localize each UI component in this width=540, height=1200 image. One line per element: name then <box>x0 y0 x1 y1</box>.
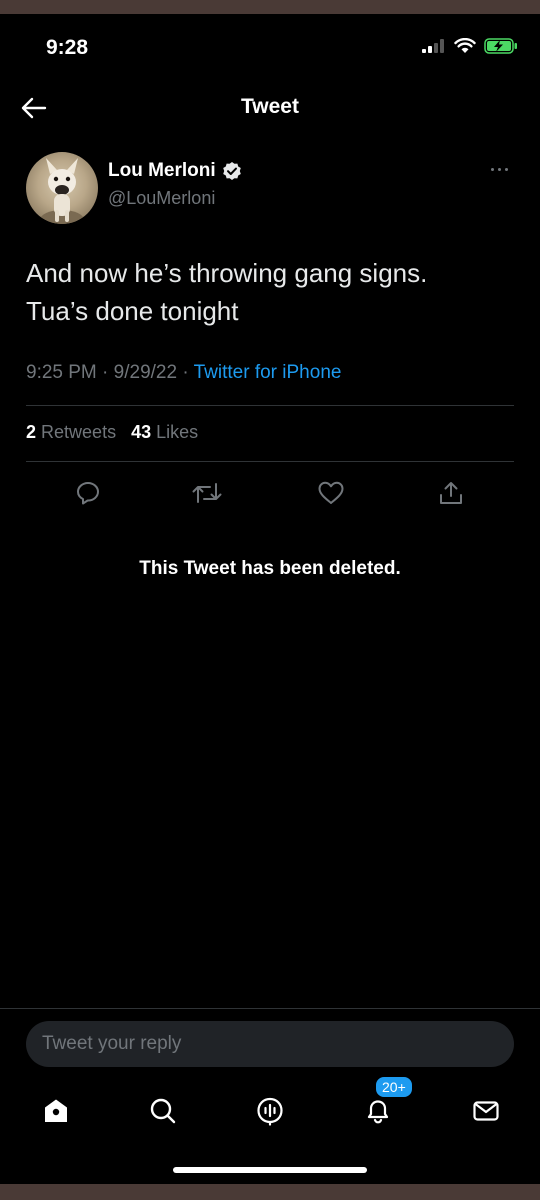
notifications-badge: 20+ <box>374 1075 414 1099</box>
likes-label: Likes <box>156 422 199 442</box>
home-icon <box>45 1099 67 1122</box>
retweets-count: 2 <box>26 422 37 442</box>
tab-spaces[interactable] <box>250 1091 290 1131</box>
retweet-button[interactable] <box>190 476 224 510</box>
device-frame-bottom <box>0 1184 540 1200</box>
mail-icon <box>473 1101 499 1121</box>
retweet-icon <box>192 483 222 503</box>
tab-bar: 20+ <box>0 1075 540 1131</box>
nav-bar: Tweet <box>0 80 540 136</box>
tweet-stats: 2 Retweets 43 Likes <box>26 422 198 443</box>
divider <box>26 461 514 462</box>
bell-icon <box>367 1100 389 1124</box>
spaces-mic-icon <box>257 1097 283 1126</box>
meta-separator: · <box>102 362 109 383</box>
share-button[interactable] <box>434 476 468 510</box>
more-dot-icon <box>504 167 508 171</box>
signal-icon <box>422 39 444 53</box>
tweet-source-link[interactable]: Twitter for iPhone <box>194 362 342 383</box>
search-icon <box>150 1098 176 1124</box>
heart-icon <box>318 481 344 504</box>
wifi-icon <box>454 38 476 53</box>
status-time: 9:28 <box>46 36 89 59</box>
dog-avatar-image <box>40 158 84 224</box>
author-handle[interactable]: @LouMerloni <box>108 188 242 209</box>
tweet-actions <box>26 476 514 510</box>
tab-home[interactable] <box>36 1091 76 1131</box>
tweet-time[interactable]: 9:25 PM <box>26 362 97 383</box>
tab-search[interactable] <box>143 1091 183 1131</box>
deleted-tweet-notice: This Tweet has been deleted. <box>139 558 401 579</box>
meta-separator: · <box>182 362 189 383</box>
home-indicator[interactable] <box>173 1167 367 1173</box>
more-dot-icon <box>497 167 501 171</box>
author-name[interactable]: Lou Merloni <box>108 160 216 182</box>
tweet-text-line: Tua’s done tonight <box>26 296 239 326</box>
status-bar: 9:28 <box>0 14 540 80</box>
retweets-label: Retweets <box>41 422 117 442</box>
device-frame-top <box>0 0 540 14</box>
more-dot-icon <box>490 167 494 171</box>
reply-input[interactable] <box>26 1021 514 1067</box>
tab-messages[interactable] <box>466 1091 506 1131</box>
reply-icon <box>77 482 99 505</box>
tweet-meta: 9:25 PM · 9/29/22 · Twitter for iPhone <box>26 362 341 384</box>
reply-button[interactable] <box>71 476 105 510</box>
page-title: Tweet <box>241 95 299 118</box>
author[interactable]: Lou Merloni @LouMerloni <box>108 160 242 209</box>
retweets-stat[interactable]: 2 Retweets <box>26 422 116 442</box>
verified-badge-icon <box>222 162 241 180</box>
like-button[interactable] <box>314 476 348 510</box>
more-options-button[interactable] <box>486 162 512 176</box>
tweet-text: And now he’s throwing gang signs. Tua’s … <box>26 254 514 330</box>
share-icon <box>440 482 462 504</box>
divider <box>26 405 514 406</box>
likes-count: 43 <box>131 422 152 442</box>
bottom-area: 20+ <box>0 1008 540 1185</box>
avatar[interactable] <box>26 152 98 224</box>
battery-charging-icon <box>484 38 517 54</box>
likes-stat[interactable]: 43 Likes <box>131 422 198 442</box>
status-icons <box>422 38 518 54</box>
tweet-text-line: And now he’s throwing gang signs. <box>26 258 428 288</box>
tweet-date[interactable]: 9/29/22 <box>114 362 177 383</box>
